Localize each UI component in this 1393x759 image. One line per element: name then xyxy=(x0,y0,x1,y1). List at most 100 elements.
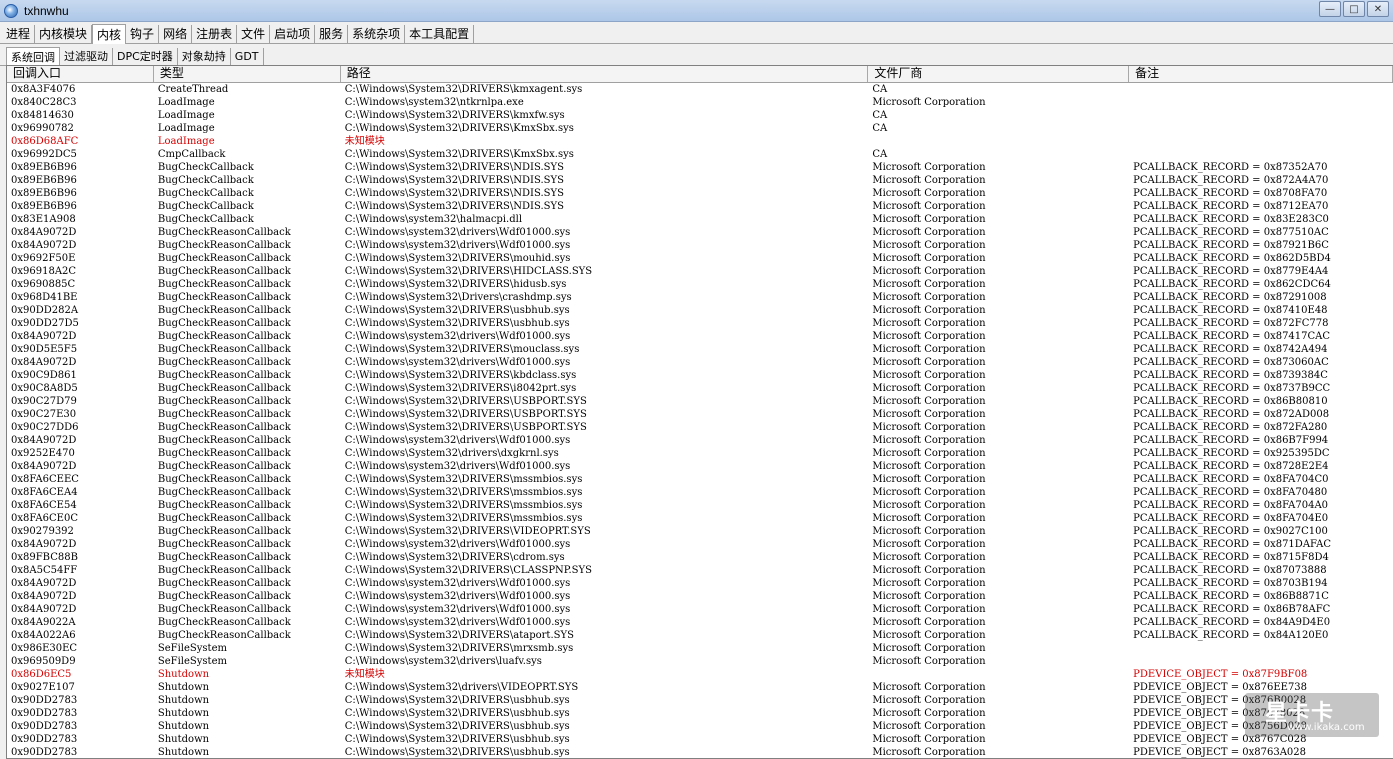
table-row[interactable]: 0x83E1A908 BugCheckCallback C:\Windows\sys… xyxy=(7,213,1393,226)
cell-path: C:\Windows\System32\drivers\dxgkrnl.sys xyxy=(344,448,559,459)
table-row[interactable]: 0x90DD2783 Shutdown C:\Windows\System32\DR… xyxy=(7,746,1393,758)
cell-note: PCALLBACK_RECORD = 0x862CDC64 xyxy=(1133,279,1331,290)
table-row[interactable]: 0x89EB6B96 BugCheckCallback C:\Windows\Sys… xyxy=(7,174,1393,187)
table-row[interactable]: 0x84A9072D BugCheckReasonCallback C:\Windo… xyxy=(7,590,1393,603)
cell-path: C:\Windows\System32\DRIVERS\NDIS.SYS xyxy=(344,188,564,199)
column-header-type[interactable]: 类型 xyxy=(154,66,341,82)
cell-type: LoadImage xyxy=(157,110,215,121)
table-row[interactable]: 0x90D5E5F5 BugCheckReasonCallback C:\Windo… xyxy=(7,343,1393,356)
title-bar[interactable]: txhnwhu — □ ✕ xyxy=(0,0,1393,22)
table-row[interactable]: 0x84A022A6 BugCheckReasonCallback C:\Windo… xyxy=(7,629,1393,642)
tab-3[interactable]: 钩子 xyxy=(126,25,160,43)
table-row[interactable]: 0x84814630 LoadImage C:\Windows\System32\D… xyxy=(7,109,1393,122)
table-row[interactable]: 0x840C28C3 LoadImage C:\Windows\system32\n… xyxy=(7,96,1393,109)
table-row[interactable]: 0x986E30EC SeFileSystem C:\Windows\System3… xyxy=(7,642,1393,655)
cell-vendor: Microsoft Corporation xyxy=(872,409,986,420)
cell-vendor: Microsoft Corporation xyxy=(872,604,986,615)
table-row[interactable]: 0x96990782 LoadImage C:\Windows\System32\D… xyxy=(7,122,1393,135)
cell-vendor: CA xyxy=(872,123,888,134)
column-header-vendor[interactable]: 文件厂商 xyxy=(868,66,1130,82)
table-row[interactable]: 0x9690885C BugCheckReasonCallback C:\Windo… xyxy=(7,278,1393,291)
table-row[interactable]: 0x90DD2783 Shutdown C:\Windows\System32\DR… xyxy=(7,720,1393,733)
table-row[interactable]: 0x90C27D79 BugCheckReasonCallback C:\Windo… xyxy=(7,395,1393,408)
cell-entry: 0x89EB6B96 xyxy=(11,188,77,199)
table-row[interactable]: 0x90DD2783 Shutdown C:\Windows\System32\DR… xyxy=(7,694,1393,707)
column-header-path[interactable]: 路径 xyxy=(341,66,869,82)
table-row[interactable]: 0x89EB6B96 BugCheckCallback C:\Windows\Sys… xyxy=(7,187,1393,200)
table-row[interactable]: 0x89EB6B96 BugCheckCallback C:\Windows\Sys… xyxy=(7,200,1393,213)
cell-entry: 0x9690885C xyxy=(11,279,76,290)
tab-5[interactable]: 注册表 xyxy=(192,25,238,43)
subtab-0[interactable]: 系统回调 xyxy=(6,47,60,66)
cell-path: C:\Windows\System32\DRIVERS\USBPORT.SYS xyxy=(344,409,587,420)
table-row[interactable]: 0x84A9072D BugCheckReasonCallback C:\Windo… xyxy=(7,538,1393,551)
table-row[interactable]: 0x90C9D861 BugCheckReasonCallback C:\Windo… xyxy=(7,369,1393,382)
close-button[interactable]: ✕ xyxy=(1367,1,1389,17)
table-row[interactable]: 0x84A9072D BugCheckReasonCallback C:\Windo… xyxy=(7,226,1393,239)
table-row[interactable]: 0x90DD2783 Shutdown C:\Windows\System32\DR… xyxy=(7,733,1393,746)
table-row[interactable]: 0x84A9072D BugCheckReasonCallback C:\Windo… xyxy=(7,330,1393,343)
table-row[interactable]: 0x89EB6B96 BugCheckCallback C:\Windows\Sys… xyxy=(7,161,1393,174)
cell-type: BugCheckReasonCallback xyxy=(157,292,291,303)
table-row[interactable]: 0x8A5C54FF BugCheckReasonCallback C:\Windo… xyxy=(7,564,1393,577)
table-row[interactable]: 0x89FBC88B BugCheckReasonCallback C:\Windo… xyxy=(7,551,1393,564)
table-row[interactable]: 0x90C8A8D5 BugCheckReasonCallback C:\Windo… xyxy=(7,382,1393,395)
table-row[interactable]: 0x9027E107 Shutdown C:\Windows\System32\dr… xyxy=(7,681,1393,694)
tab-9[interactable]: 系统杂项 xyxy=(348,25,406,43)
cell-vendor: Microsoft Corporation xyxy=(872,344,986,355)
table-row[interactable]: 0x84A9072D BugCheckReasonCallback C:\Windo… xyxy=(7,577,1393,590)
table-row[interactable]: 0x9252E470 BugCheckReasonCallback C:\Windo… xyxy=(7,447,1393,460)
cell-vendor: Microsoft Corporation xyxy=(872,214,986,225)
table-row[interactable]: 0x8A3F4076 CreateThread C:\Windows\System3… xyxy=(7,83,1393,96)
table-row[interactable]: 0x8FA6CEEC BugCheckReasonCallback C:\Windo… xyxy=(7,473,1393,486)
cell-type: BugCheckReasonCallback xyxy=(157,448,291,459)
table-row[interactable]: 0x8FA6CE54 BugCheckReasonCallback C:\Windo… xyxy=(7,499,1393,512)
tab-6[interactable]: 文件 xyxy=(237,25,271,43)
tab-2[interactable]: 内核 xyxy=(92,24,127,44)
table-row[interactable]: 0x84A9072D BugCheckReasonCallback C:\Windo… xyxy=(7,603,1393,616)
table-row[interactable]: 0x84A9022A BugCheckReasonCallback C:\Windo… xyxy=(7,616,1393,629)
cell-path: C:\Windows\System32\DRIVERS\usbhub.sys xyxy=(344,708,570,719)
table-row[interactable]: 0x96918A2C BugCheckReasonCallback C:\Windo… xyxy=(7,265,1393,278)
cell-entry: 0x84A9072D xyxy=(11,539,77,550)
maximize-button[interactable]: □ xyxy=(1343,1,1365,17)
column-header-entry[interactable]: 回调入口 xyxy=(7,66,154,82)
table-row[interactable]: 0x84A9072D BugCheckReasonCallback C:\Windo… xyxy=(7,239,1393,252)
table-row[interactable]: 0x90279392 BugCheckReasonCallback C:\Windo… xyxy=(7,525,1393,538)
tab-0[interactable]: 进程 xyxy=(2,25,36,43)
table-row[interactable]: 0x968D41BE BugCheckReasonCallback C:\Windo… xyxy=(7,291,1393,304)
subtab-3[interactable]: 对象劫持 xyxy=(178,48,231,65)
table-row[interactable]: 0x90DD2783 Shutdown C:\Windows\System32\DR… xyxy=(7,707,1393,720)
table-row[interactable]: 0x9692F50E BugCheckReasonCallback C:\Windo… xyxy=(7,252,1393,265)
tab-1[interactable]: 内核模块 xyxy=(35,25,93,43)
cell-path: C:\Windows\System32\DRIVERS\mouhid.sys xyxy=(344,253,571,264)
cell-path: C:\Windows\System32\DRIVERS\mssmbios.sys xyxy=(344,513,583,524)
table-row[interactable]: 0x84A9072D BugCheckReasonCallback C:\Windo… xyxy=(7,434,1393,447)
minimize-button[interactable]: — xyxy=(1319,1,1341,17)
table-row[interactable]: 0x90DD282A BugCheckReasonCallback C:\Windo… xyxy=(7,304,1393,317)
table-row[interactable]: 0x969509D9 SeFileSystem C:\Windows\system3… xyxy=(7,655,1393,668)
table-row[interactable]: 0x8FA6CE0C BugCheckReasonCallback C:\Windo… xyxy=(7,512,1393,525)
callback-list[interactable]: 回调入口 类型 路径 文件厂商 备注 0x8A3F4076 CreateThrea… xyxy=(6,65,1393,759)
table-row[interactable]: 0x96992DC5 CmpCallback C:\Windows\System32… xyxy=(7,148,1393,161)
subtab-2[interactable]: DPC定时器 xyxy=(113,48,178,65)
cell-type: BugCheckReasonCallback xyxy=(157,435,291,446)
column-header-note[interactable]: 备注 xyxy=(1129,66,1393,82)
table-row[interactable]: 0x90DD27D5 BugCheckReasonCallback C:\Windo… xyxy=(7,317,1393,330)
tab-8[interactable]: 服务 xyxy=(315,25,349,43)
cell-path: C:\Windows\System32\DRIVERS\hidusb.sys xyxy=(344,279,567,290)
table-row[interactable]: 0x86D68AFC LoadImage 未知模块 xyxy=(7,135,1393,148)
table-row[interactable]: 0x84A9072D BugCheckReasonCallback C:\Windo… xyxy=(7,356,1393,369)
tab-10[interactable]: 本工具配置 xyxy=(405,25,475,43)
table-row[interactable]: 0x8FA6CEA4 BugCheckReasonCallback C:\Windo… xyxy=(7,486,1393,499)
subtab-1[interactable]: 过滤驱动 xyxy=(60,48,113,65)
table-row[interactable]: 0x90C27E30 BugCheckReasonCallback C:\Windo… xyxy=(7,408,1393,421)
subtab-4[interactable]: GDT xyxy=(231,48,264,65)
tab-7[interactable]: 启动项 xyxy=(270,25,316,43)
table-row[interactable]: 0x90C27DD6 BugCheckReasonCallback C:\Windo… xyxy=(7,421,1393,434)
table-row[interactable]: 0x86D6EC5 Shutdown 未知模块 PDEVICE_OBJECT = 0x… xyxy=(7,668,1393,681)
tab-4[interactable]: 网络 xyxy=(159,25,193,43)
cell-entry: 0x8FA6CE54 xyxy=(11,500,77,511)
table-row[interactable]: 0x84A9072D BugCheckReasonCallback C:\Windo… xyxy=(7,460,1393,473)
cell-path: C:\Windows\System32\DRIVERS\usbhub.sys xyxy=(344,747,570,758)
